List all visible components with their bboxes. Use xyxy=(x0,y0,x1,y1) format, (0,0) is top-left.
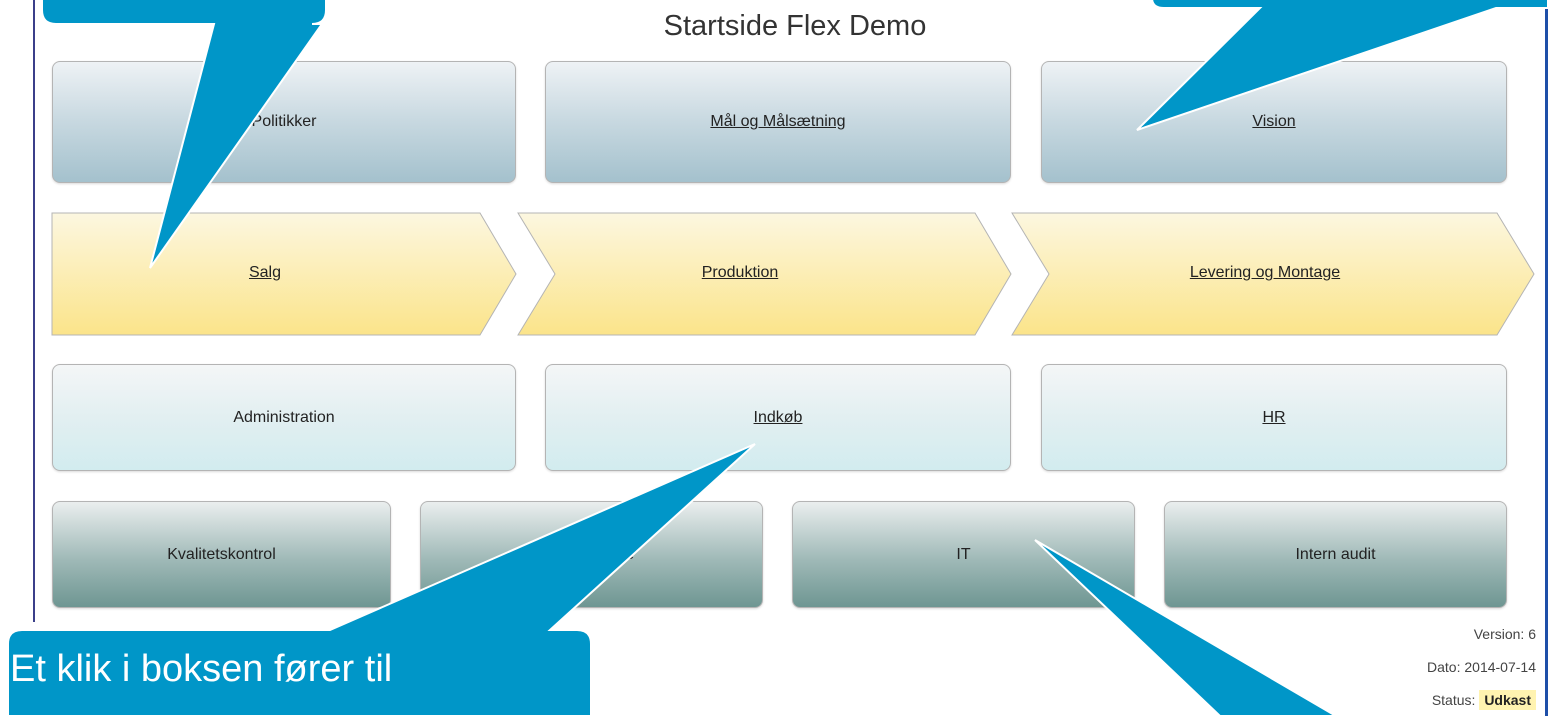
box-vision[interactable]: Vision xyxy=(1041,61,1507,183)
version-value: 6 xyxy=(1528,626,1536,642)
process-label-salg[interactable]: Salg xyxy=(160,264,370,282)
box-it[interactable]: IT xyxy=(792,501,1135,608)
page-title: Startside Flex Demo xyxy=(663,10,927,42)
date-value: 2014-07-14 xyxy=(1464,659,1536,675)
box-vision-label[interactable]: Vision xyxy=(1252,113,1295,131)
box-intern-audit-label: Intern audit xyxy=(1295,545,1376,563)
date-label: Dato: xyxy=(1427,659,1461,675)
box-it-label: IT xyxy=(956,545,971,563)
left-panel xyxy=(0,0,28,716)
version-label: Version: xyxy=(1473,626,1525,642)
box-hr-label[interactable]: HR xyxy=(1262,409,1285,427)
box-kvalitetskontrol-label: Kvalitetskontrol xyxy=(167,545,276,563)
process-label-produktion[interactable]: Produktion xyxy=(635,264,845,282)
process-label-levering[interactable]: Levering og Montage xyxy=(1130,264,1400,282)
right-frame-border xyxy=(1545,0,1548,716)
box-kvalitetskontrol[interactable]: Kvalitetskontrol xyxy=(52,501,391,608)
box-indkoeb[interactable]: Indkøb xyxy=(545,364,1011,471)
status-info: Status: Udkast xyxy=(1431,690,1536,710)
box-maal-label[interactable]: Mål og Målsætning xyxy=(710,113,845,131)
status-badge: Udkast xyxy=(1479,690,1536,710)
frame-border xyxy=(33,0,35,622)
box-administration-label: Administration xyxy=(233,408,335,426)
version-info: Version: 6 xyxy=(1474,626,1536,642)
box-uddannelse-label: Uddannelse xyxy=(548,545,635,563)
box-uddannelse[interactable]: Uddannelse xyxy=(420,501,763,608)
status-label: Status: xyxy=(1431,692,1476,708)
box-intern-audit[interactable]: Intern audit xyxy=(1164,501,1507,608)
box-politikker[interactable]: Politikker xyxy=(52,61,516,183)
box-indkoeb-label[interactable]: Indkøb xyxy=(754,409,803,427)
callout-text: Et klik i boksen fører til xyxy=(10,648,393,690)
date-info: Dato: 2014-07-14 xyxy=(1427,659,1536,675)
box-maal-og-maalsaetning[interactable]: Mål og Målsætning xyxy=(545,61,1011,183)
box-hr[interactable]: HR xyxy=(1041,364,1507,471)
box-administration[interactable]: Administration xyxy=(52,364,516,471)
box-politikker-label: Politikker xyxy=(251,113,317,130)
